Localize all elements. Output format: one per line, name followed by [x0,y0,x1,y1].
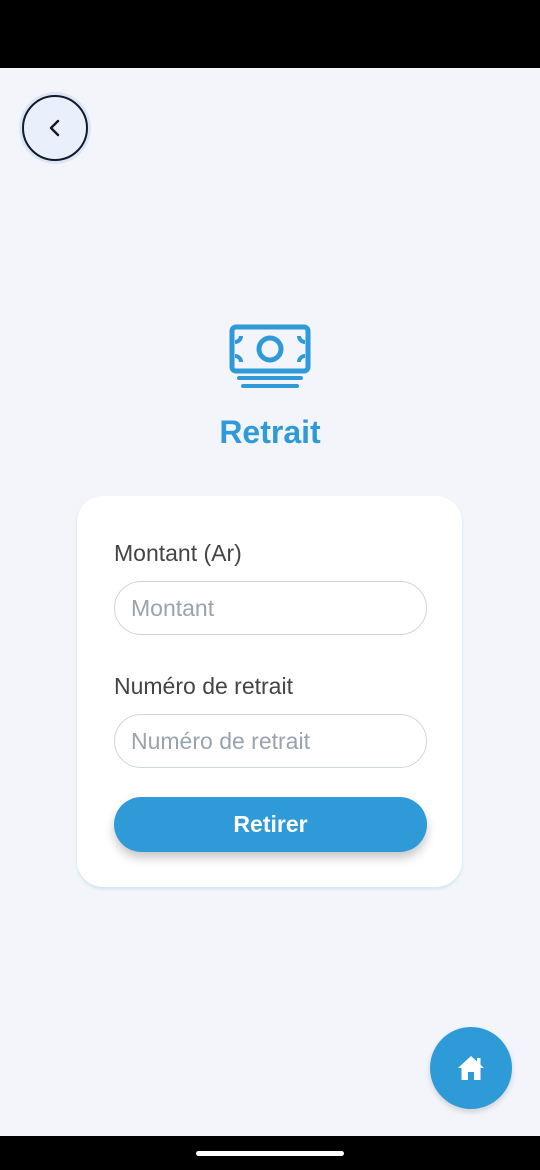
withdraw-button[interactable]: Retirer [114,797,427,852]
page-title: Retrait [219,414,321,450]
chevron-left-icon [49,119,60,137]
amount-input[interactable] [114,581,427,635]
withdrawal-form-card: Montant (Ar) Numéro de retrait Retirer [77,496,462,887]
amount-label: Montant (Ar) [114,540,242,566]
money-bill-icon [229,324,311,388]
withdrawal-number-input[interactable] [114,714,427,768]
home-button[interactable] [430,1027,512,1109]
back-button[interactable] [22,95,88,161]
home-indicator[interactable] [196,1151,344,1156]
withdrawal-number-label: Numéro de retrait [114,673,293,699]
home-icon [458,1056,484,1080]
status-bar [0,0,540,68]
system-navigation-bar [0,1136,540,1170]
